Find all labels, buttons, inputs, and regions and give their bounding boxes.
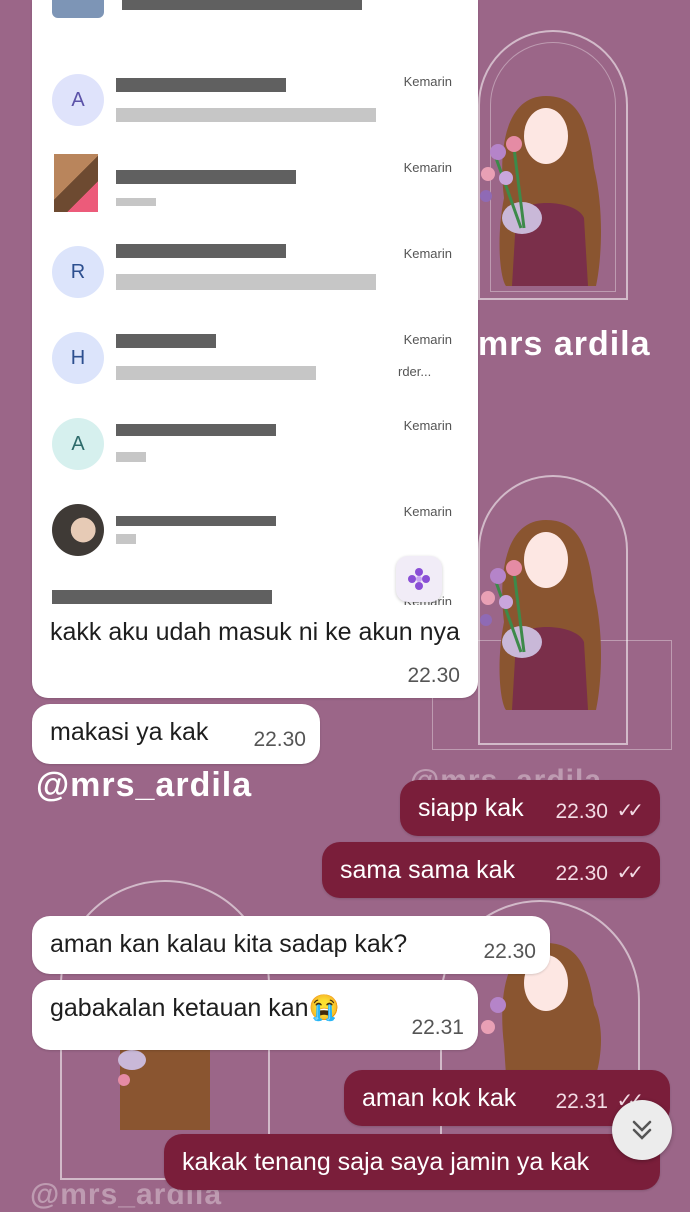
message-time: 22.30 bbox=[253, 728, 306, 751]
avatar: A bbox=[52, 418, 104, 470]
read-receipt-icon: ✓✓ bbox=[616, 862, 643, 884]
avatar bbox=[52, 504, 104, 556]
message-text: siapp kak bbox=[418, 794, 524, 822]
list-item: R Kemarin bbox=[32, 228, 478, 314]
message-time: 22.30 bbox=[555, 800, 608, 823]
message-text: gabakalan ketauan kan😭 bbox=[50, 994, 340, 1022]
watermark-right: mrs ardila bbox=[478, 325, 651, 363]
embedded-chat-list: A Kemarin Kemarin R Kemarin H Kemarin rd… bbox=[32, 0, 478, 605]
list-item-date: Kemarin bbox=[403, 74, 452, 89]
message-bubble-incoming[interactable]: makasi ya kak 22.30 bbox=[32, 704, 320, 764]
message-text: kakak tenang saja saya jamin ya kak bbox=[182, 1148, 590, 1176]
message-text: aman kan kalau kita sadap kak? bbox=[50, 930, 408, 958]
list-item: Kemarin bbox=[32, 142, 478, 228]
list-item-date: Kemarin bbox=[403, 332, 452, 347]
message-bubble-incoming[interactable]: gabakalan ketauan kan😭 22.31 bbox=[32, 980, 478, 1050]
list-item-date: Kemarin bbox=[403, 160, 452, 175]
message-text: sama sama kak bbox=[340, 856, 516, 884]
message-bubble-outgoing[interactable]: siapp kak 22.30 ✓✓ bbox=[400, 780, 660, 836]
new-chat-fab bbox=[396, 556, 442, 602]
scroll-to-bottom-button[interactable] bbox=[612, 1100, 672, 1160]
hijab-figure-illustration bbox=[118, 1040, 210, 1130]
image-message[interactable]: A Kemarin Kemarin R Kemarin H Kemarin rd… bbox=[32, 0, 478, 698]
read-receipt-icon: ✓✓ bbox=[616, 800, 643, 822]
flower-icon bbox=[408, 568, 430, 590]
hijab-figure-illustration bbox=[480, 96, 601, 286]
message-time: 22.30 bbox=[483, 940, 536, 963]
avatar: H bbox=[52, 332, 104, 384]
avatar bbox=[52, 0, 104, 18]
watermark-main: @mrs_ardila bbox=[36, 766, 253, 804]
list-item-date: Kemarin bbox=[403, 504, 452, 519]
message-text: makasi ya kak bbox=[50, 718, 209, 746]
list-item-date: Kemarin bbox=[403, 418, 452, 433]
message-time: 22.31 bbox=[555, 1090, 608, 1113]
avatar bbox=[54, 154, 98, 212]
message-text: aman kok kak bbox=[362, 1084, 517, 1112]
double-chevron-down-icon bbox=[632, 1120, 652, 1140]
list-item bbox=[32, 0, 478, 34]
list-item-date: Kemarin bbox=[403, 246, 452, 261]
list-item: A Kemarin bbox=[32, 400, 478, 486]
message-text: kakk aku udah masuk ni ke akun nya bbox=[50, 618, 460, 646]
list-item: A Kemarin bbox=[32, 56, 478, 142]
avatar: R bbox=[52, 246, 104, 298]
list-item: H Kemarin rder... bbox=[32, 314, 478, 400]
message-bubble-outgoing[interactable]: sama sama kak 22.30 ✓✓ bbox=[322, 842, 660, 898]
avatar: A bbox=[52, 74, 104, 126]
message-time: 22.31 bbox=[411, 1016, 464, 1039]
message-bubble-outgoing[interactable]: kakak tenang saja saya jamin ya kak bbox=[164, 1134, 660, 1190]
message-time: 22.30 bbox=[555, 862, 608, 885]
list-item-snippet: rder... bbox=[398, 364, 432, 379]
message-bubble-incoming[interactable]: aman kan kalau kita sadap kak? 22.30 bbox=[32, 916, 550, 974]
message-time: 22.30 bbox=[407, 664, 460, 687]
hijab-figure-illustration bbox=[480, 520, 601, 710]
